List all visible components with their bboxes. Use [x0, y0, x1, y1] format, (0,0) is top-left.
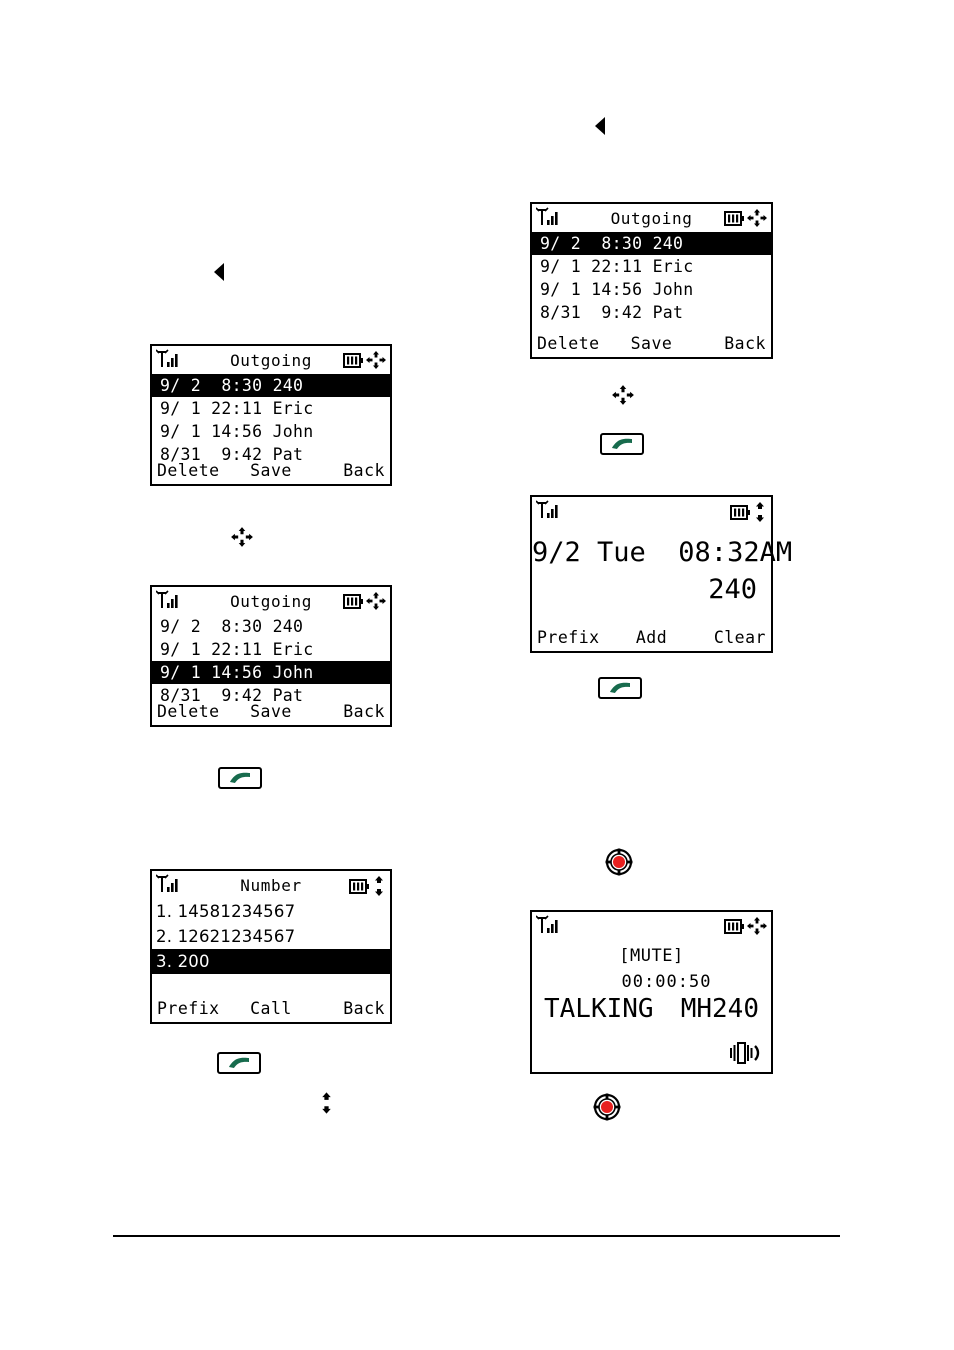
green-call-button-icon[interactable]	[217, 1052, 261, 1074]
mute-indicator: [MUTE]	[619, 946, 684, 966]
softkey-save[interactable]: Save	[232, 461, 310, 480]
red-mute-button-icon[interactable]	[593, 1093, 621, 1125]
up-down-navigation-icon	[318, 1090, 335, 1120]
softkey-prefix[interactable]: Prefix	[537, 628, 613, 647]
softkey-call[interactable]: Call	[232, 999, 310, 1018]
footer-divider	[113, 1235, 840, 1237]
dial-datetime: 9/2 Tue 08:32AM	[532, 537, 793, 568]
talking-row: TALKING MH240	[532, 994, 771, 1024]
lcd-title: Number	[240, 875, 302, 895]
softkey-bar: Delete Save Back	[152, 699, 390, 723]
green-call-button-icon[interactable]	[598, 677, 642, 699]
status-right-icons	[724, 916, 768, 936]
lcd-screen-talking: [MUTE] 00:00:50 TALKING MH240	[530, 910, 773, 1074]
list-item[interactable]: 2. 12621234567	[152, 924, 390, 949]
table-row[interactable]: 9/ 2 8:30 240	[532, 232, 771, 255]
table-row[interactable]: 9/ 2 8:30 240	[152, 615, 390, 638]
four-way-navigation-icon	[366, 351, 386, 369]
four-way-navigation-icon	[747, 209, 767, 227]
battery-icon	[724, 918, 744, 934]
status-right-icons	[343, 591, 387, 611]
green-call-button-icon[interactable]	[218, 767, 262, 789]
softkey-delete[interactable]: Delete	[537, 334, 613, 353]
table-row[interactable]: 9/ 2 8:30 240	[152, 374, 390, 397]
lcd-screen-dial: 9/2 Tue 08:32AM 240 Prefix Add Clear	[530, 495, 793, 653]
table-row[interactable]: 9/ 1 14:56 John	[532, 278, 771, 301]
lcd-screen-number-list: Number 1. 14581234567 2. 12621234567 3. …	[150, 869, 392, 1024]
lcd-status-bar	[532, 497, 771, 525]
four-way-navigation-icon	[366, 592, 386, 610]
signal-bars-icon	[156, 874, 178, 894]
lcd-title: Outgoing	[610, 208, 693, 228]
call-log-list[interactable]: 9/ 2 8:30 240 9/ 1 22:11 Eric 9/ 1 14:56…	[152, 374, 390, 466]
softkey-add[interactable]: Add	[613, 628, 691, 647]
status-right-icons	[724, 208, 768, 228]
left-triangle-icon	[595, 117, 605, 135]
call-timer: 00:00:50	[621, 972, 712, 992]
status-right-icons	[343, 350, 387, 370]
lcd-title: Outgoing	[230, 591, 312, 611]
red-mute-button-icon[interactable]	[605, 848, 633, 880]
signal-bars-icon	[536, 500, 558, 520]
status-right-icons	[349, 875, 387, 897]
status-right-icons	[730, 501, 768, 523]
table-row[interactable]: 9/ 1 22:11 Eric	[532, 255, 771, 278]
softkey-back[interactable]: Back	[310, 461, 385, 480]
signal-bars-icon	[536, 207, 558, 227]
softkey-save[interactable]: Save	[232, 702, 310, 721]
lcd-screen-outgoing-2: Outgoing 9/ 2 8:30 240 9/ 1 22:11 Eric 9…	[150, 585, 392, 727]
table-row[interactable]: 9/ 1 22:11 Eric	[152, 397, 390, 420]
softkey-clear[interactable]: Clear	[690, 628, 766, 647]
battery-icon	[730, 504, 750, 520]
speaker-vibrate-icon	[729, 1042, 763, 1068]
table-row[interactable]: 9/ 1 14:56 John	[152, 420, 390, 443]
softkey-delete[interactable]: Delete	[157, 461, 232, 480]
table-row[interactable]: 9/ 1 14:56 John	[152, 661, 390, 684]
list-item[interactable]: 1. 14581234567	[152, 899, 390, 924]
battery-icon	[724, 210, 744, 226]
up-down-navigation-icon	[756, 502, 764, 522]
green-call-button-icon[interactable]	[600, 433, 644, 455]
softkey-save[interactable]: Save	[613, 334, 691, 353]
four-way-navigation-icon	[611, 383, 635, 411]
softkey-prefix[interactable]: Prefix	[157, 999, 232, 1018]
lcd-status-bar: Outgoing	[152, 587, 390, 615]
four-way-navigation-icon	[230, 525, 254, 553]
lcd-screen-outgoing-3: Outgoing 9/ 2 8:30 240 9/ 1 22:11 Eric 9…	[530, 202, 773, 359]
signal-bars-icon	[156, 590, 178, 610]
call-log-list[interactable]: 9/ 2 8:30 240 9/ 1 22:11 Eric 9/ 1 14:56…	[532, 232, 771, 324]
battery-icon	[343, 352, 363, 368]
softkey-bar: Delete Save Back	[532, 331, 771, 355]
lcd-screen-outgoing-1: Outgoing 9/ 2 8:30 240 9/ 1 22:11 Eric 9…	[150, 344, 392, 486]
four-way-navigation-icon	[747, 917, 767, 935]
peer-label: MH240	[680, 994, 759, 1024]
lcd-status-bar	[532, 912, 771, 940]
softkey-back[interactable]: Back	[310, 702, 385, 721]
softkey-delete[interactable]: Delete	[157, 702, 232, 721]
left-triangle-icon	[214, 263, 224, 281]
lcd-status-bar: Number	[152, 871, 390, 899]
call-state-label: TALKING	[544, 994, 654, 1024]
battery-icon	[349, 878, 369, 894]
signal-bars-icon	[536, 915, 558, 935]
lcd-title: Outgoing	[230, 350, 312, 370]
softkey-bar: Delete Save Back	[152, 458, 390, 482]
battery-icon	[343, 593, 363, 609]
list-item[interactable]: 3. 200	[152, 949, 390, 974]
softkey-back[interactable]: Back	[310, 999, 385, 1018]
lcd-status-bar: Outgoing	[532, 204, 771, 232]
table-row[interactable]: 9/ 1 22:11 Eric	[152, 638, 390, 661]
softkey-bar: Prefix Call Back	[152, 996, 390, 1020]
softkey-back[interactable]: Back	[690, 334, 766, 353]
table-row[interactable]: 8/31 9:42 Pat	[532, 301, 771, 324]
lcd-status-bar: Outgoing	[152, 346, 390, 374]
dial-number: 240	[708, 574, 757, 605]
number-list[interactable]: 1. 14581234567 2. 12621234567 3. 200	[152, 899, 390, 974]
call-log-list[interactable]: 9/ 2 8:30 240 9/ 1 22:11 Eric 9/ 1 14:56…	[152, 615, 390, 707]
up-down-navigation-icon	[375, 876, 383, 896]
softkey-bar: Prefix Add Clear	[532, 625, 771, 649]
signal-bars-icon	[156, 349, 178, 369]
